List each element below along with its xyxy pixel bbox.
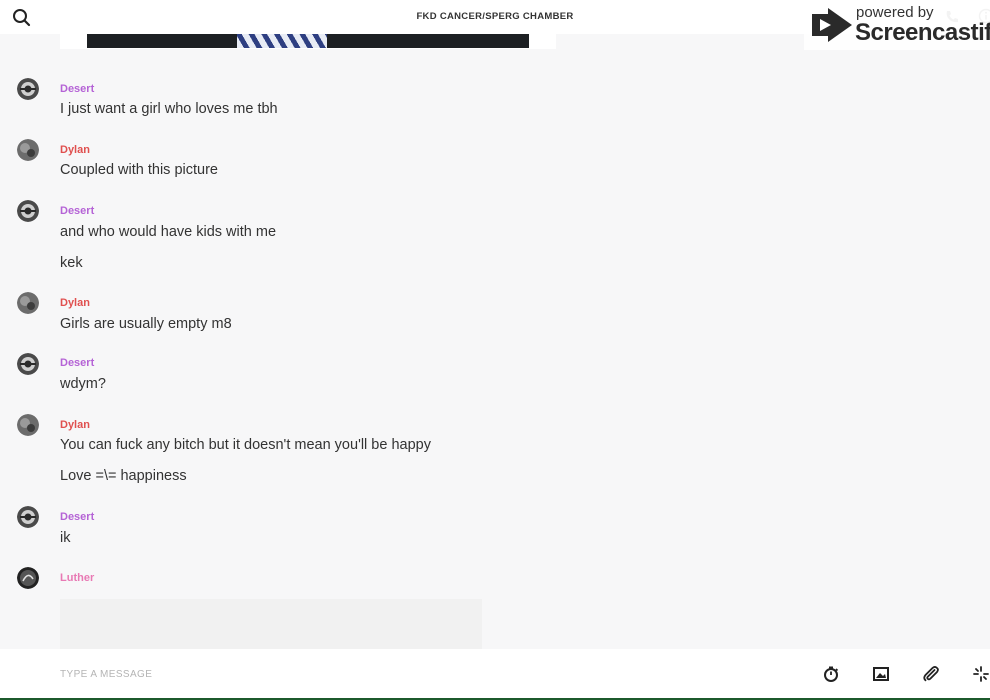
avatar-image-icon bbox=[17, 353, 39, 375]
avatar-image-icon bbox=[17, 567, 39, 589]
message-author[interactable]: Dylan bbox=[60, 297, 90, 309]
screencastify-watermark: powered by Screencastify bbox=[804, 0, 990, 50]
message-author[interactable]: Dylan bbox=[60, 419, 90, 431]
message-author[interactable]: Luther bbox=[60, 572, 94, 584]
message-text: ik bbox=[60, 530, 71, 546]
message-text: wdym? bbox=[60, 376, 106, 392]
avatar-dylan[interactable] bbox=[17, 414, 39, 436]
timer-button[interactable] bbox=[822, 665, 840, 683]
shared-image[interactable] bbox=[87, 34, 529, 48]
avatar-image-icon bbox=[17, 139, 39, 161]
avatar-image-icon bbox=[17, 78, 39, 100]
message-text: You can fuck any bitch but it doesn't me… bbox=[60, 437, 431, 453]
timer-icon bbox=[824, 666, 839, 682]
sparkle-button[interactable] bbox=[972, 665, 990, 683]
message-text: Girls are usually empty m8 bbox=[60, 316, 232, 332]
avatar-image-icon bbox=[17, 292, 39, 314]
image-button[interactable] bbox=[872, 665, 890, 683]
avatar-dylan[interactable] bbox=[17, 292, 39, 314]
avatar-luther[interactable] bbox=[17, 567, 39, 589]
message-input[interactable] bbox=[60, 659, 760, 689]
sparkle-icon bbox=[973, 666, 989, 682]
avatar-image-icon bbox=[17, 506, 39, 528]
attachment-preview[interactable] bbox=[60, 599, 482, 649]
paperclip-icon bbox=[923, 666, 939, 682]
avatar-image-icon bbox=[17, 200, 39, 222]
avatar-desert[interactable] bbox=[17, 78, 39, 100]
message-author[interactable]: Desert bbox=[60, 205, 94, 217]
message-author[interactable]: Desert bbox=[60, 511, 94, 523]
avatar-dylan[interactable] bbox=[17, 139, 39, 161]
message-text: and who would have kids with me bbox=[60, 224, 277, 240]
screencastify-logo-icon bbox=[812, 8, 852, 42]
attach-button[interactable] bbox=[922, 665, 940, 683]
message-author[interactable]: Dylan bbox=[60, 144, 90, 156]
message-text: Coupled with this picture bbox=[60, 162, 218, 178]
message-author[interactable]: Desert bbox=[60, 357, 94, 369]
avatar-desert[interactable] bbox=[17, 200, 39, 222]
avatar-image-icon bbox=[17, 414, 39, 436]
message-author[interactable]: Desert bbox=[60, 83, 94, 95]
message-text: kek bbox=[60, 255, 83, 271]
image-icon bbox=[873, 667, 889, 681]
watermark-brand: Screencastify bbox=[855, 19, 990, 46]
message-text: I just want a girl who loves me tbh bbox=[60, 101, 278, 117]
avatar-desert[interactable] bbox=[17, 353, 39, 375]
message-composer bbox=[0, 649, 990, 700]
avatar-desert[interactable] bbox=[17, 506, 39, 528]
message-text: Love =\= happiness bbox=[60, 468, 187, 484]
